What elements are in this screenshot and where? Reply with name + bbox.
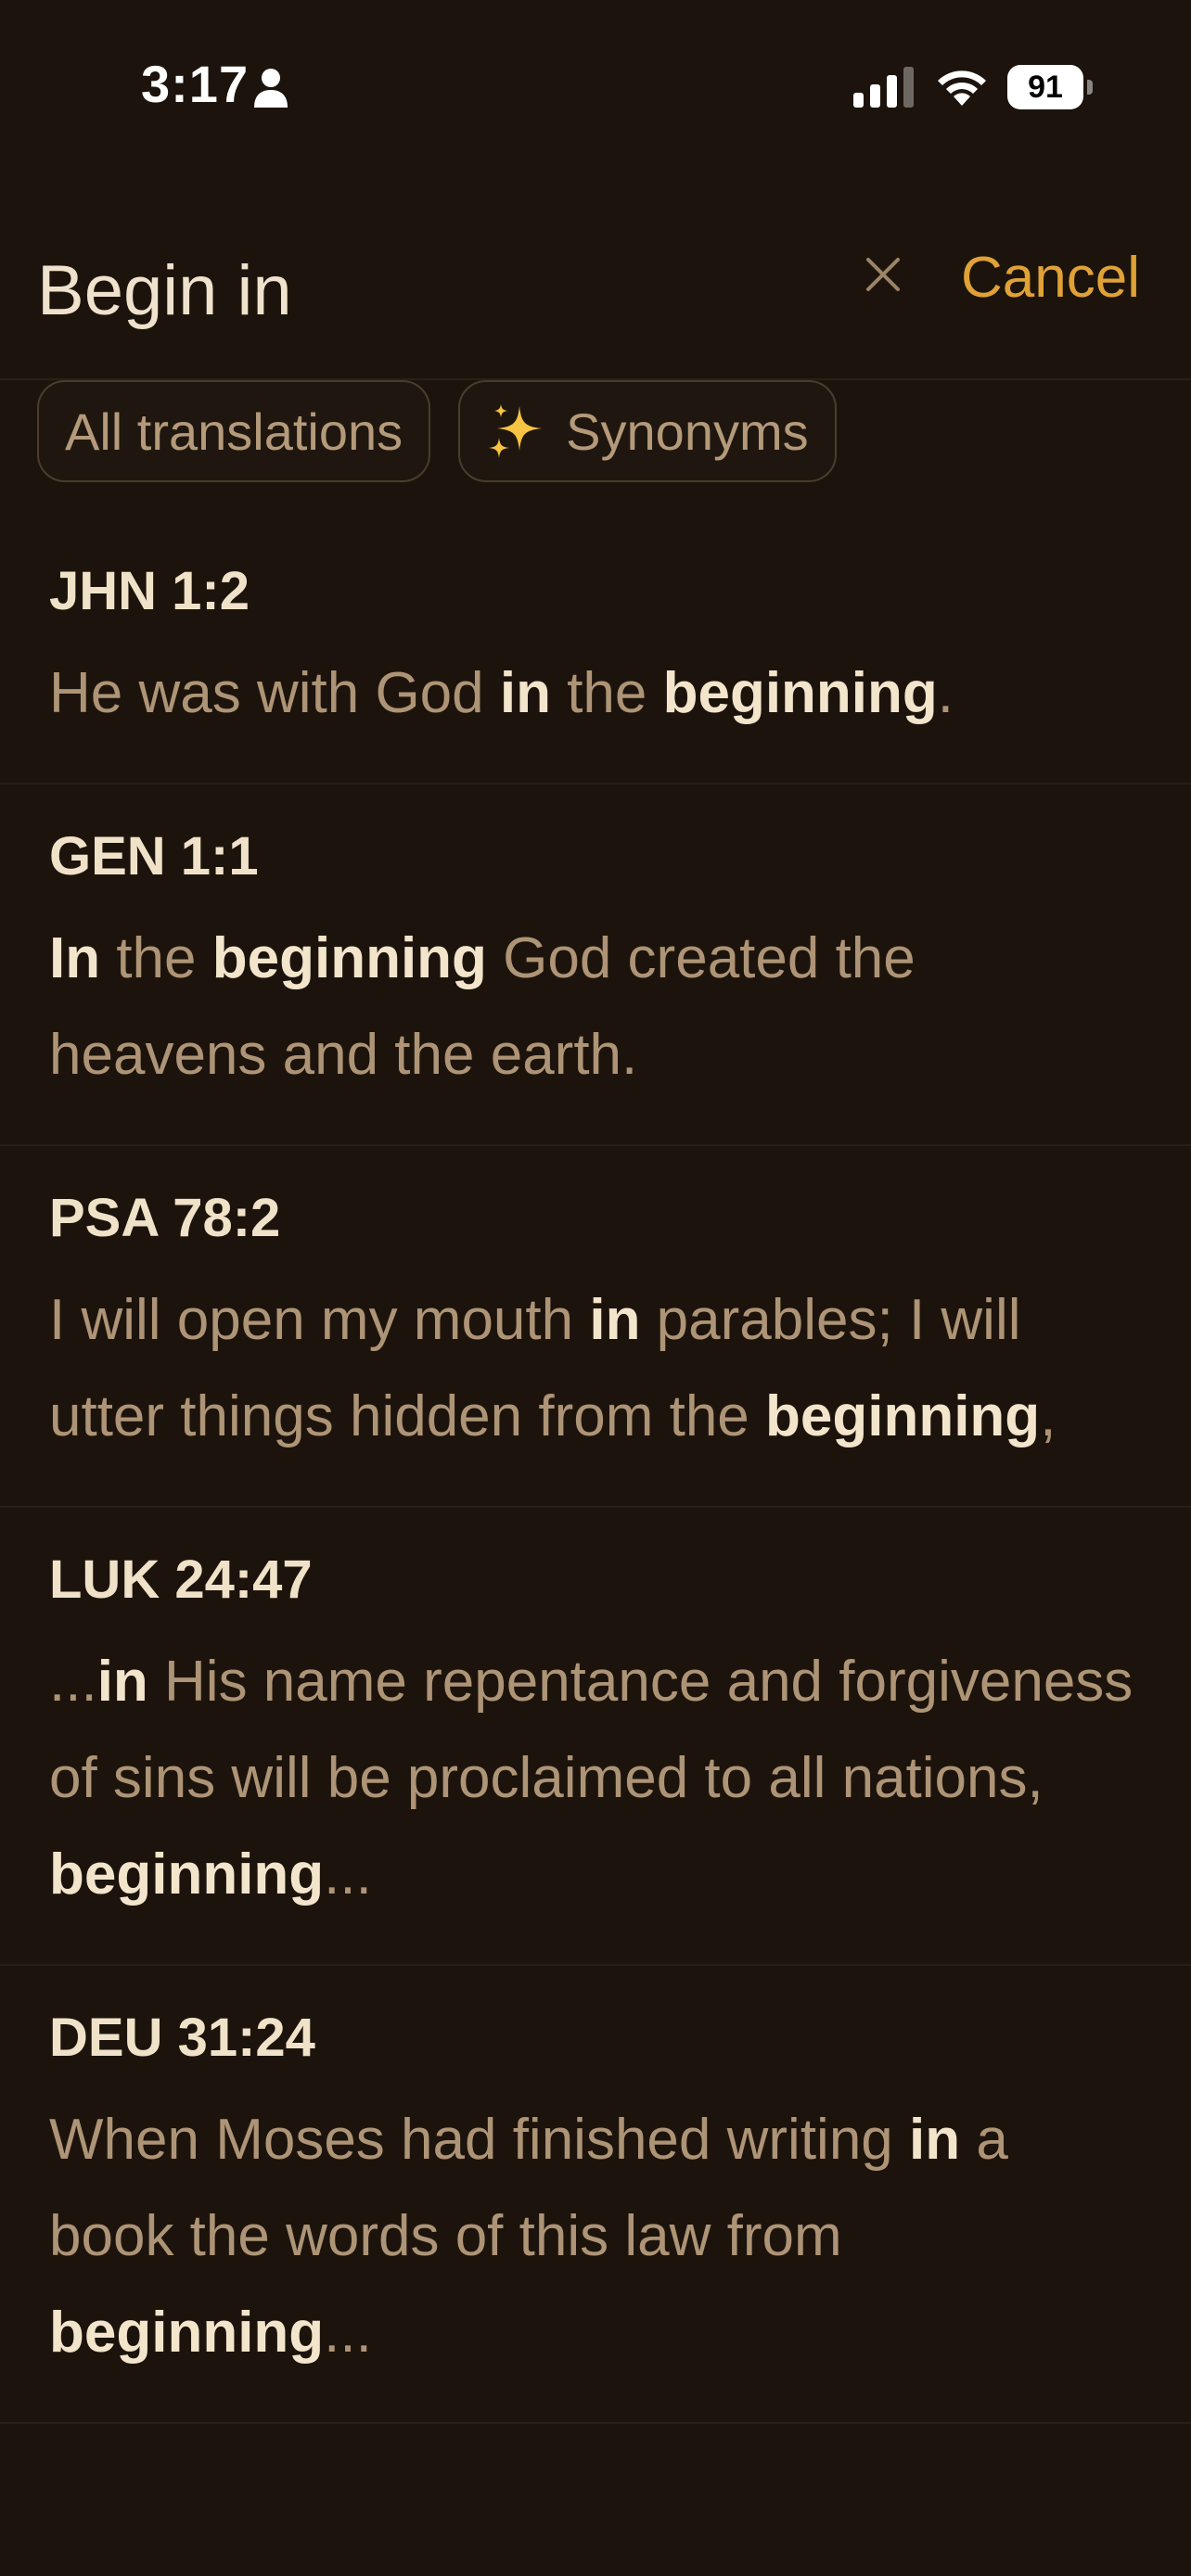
highlighted-match: beginning — [49, 1843, 325, 1906]
verse-text-segment: ... — [324, 2301, 372, 2365]
results-list: JHN 1:2 He was with God in the beginning.… — [0, 519, 1191, 2476]
search-result-item[interactable]: DEU 31:24 When Moses had finished writing… — [0, 1966, 1191, 2424]
search-result-item[interactable]: LUK 24:47 ...in His name repentance and f… — [0, 1508, 1191, 1966]
chip-label: Synonyms — [566, 402, 809, 461]
cellular-signal-icon — [853, 67, 914, 108]
highlighted-match: in — [589, 1288, 641, 1352]
highlighted-match: beginning — [662, 661, 938, 725]
verse-text-segment: , — [1040, 1384, 1057, 1448]
verse-text-segment: His name repentance and forgiveness of s… — [49, 1650, 1133, 1810]
search-result-item[interactable]: GEN 1:1 In the beginning God created the … — [0, 784, 1191, 1146]
highlighted-match: beginning — [765, 1384, 1041, 1448]
status-time: 3:17 — [141, 55, 250, 113]
highlighted-match: beginning — [49, 2301, 325, 2365]
verse-reference: JHN 1:2 — [49, 561, 250, 621]
filter-chips: All translations Synonyms — [37, 380, 837, 486]
filter-chip-all-translations[interactable]: All translations — [37, 380, 431, 482]
verse-text-segment: When Moses had finished writing — [49, 2108, 910, 2172]
highlighted-match: in — [499, 661, 551, 725]
verse-text-segment: ... — [49, 1650, 97, 1714]
verse-reference: LUK 24:47 — [49, 1549, 313, 1610]
verse-reference: GEN 1:1 — [49, 826, 259, 886]
filter-chip-synonyms[interactable]: Synonyms — [458, 380, 837, 482]
verse-text-segment: the — [550, 661, 663, 725]
search-header: Cancel — [0, 223, 1191, 380]
verse-text-segment: ... — [324, 1843, 372, 1906]
highlighted-match: beginning — [211, 926, 487, 990]
screen: 3:17 91 Cancel All t — [0, 0, 1191, 2576]
verse-text-segment: the — [100, 926, 212, 990]
cancel-button[interactable]: Cancel — [961, 245, 1140, 311]
verse-text: ...in His name repentance and forgivenes… — [49, 1634, 1142, 1923]
verse-text: When Moses had finished writing in a boo… — [49, 2092, 1142, 2381]
battery-level: 91 — [1007, 65, 1083, 109]
wifi-icon — [938, 70, 986, 106]
verse-text-segment: I will open my mouth — [49, 1288, 590, 1352]
status-bar: 3:17 91 — [0, 0, 1191, 167]
verse-text-segment: . — [937, 661, 954, 725]
chip-label: All translations — [65, 402, 403, 461]
verse-reference: PSA 78:2 — [49, 1188, 281, 1248]
search-input[interactable] — [37, 250, 835, 331]
close-icon[interactable] — [855, 247, 911, 302]
battery-cap — [1087, 80, 1093, 95]
search-result-item[interactable]: JHN 1:2 He was with God in the beginning. — [0, 519, 1191, 784]
verse-reference: DEU 31:24 — [49, 2008, 315, 2068]
person-icon — [254, 69, 288, 108]
highlighted-match: in — [909, 2108, 961, 2172]
verse-text: In the beginning God created the heavens… — [49, 911, 1142, 1103]
verse-text-segment: He was with God — [49, 661, 500, 725]
battery-icon: 91 — [1007, 65, 1093, 109]
highlighted-match: in — [96, 1650, 148, 1714]
sparkles-icon — [489, 404, 543, 458]
search-result-item[interactable]: PSA 78:2 I will open my mouth in parables… — [0, 1146, 1191, 1508]
verse-text: He was with God in the beginning. — [49, 645, 1142, 742]
verse-text: I will open my mouth in parables; I will… — [49, 1272, 1142, 1465]
highlighted-match: In — [49, 926, 101, 990]
